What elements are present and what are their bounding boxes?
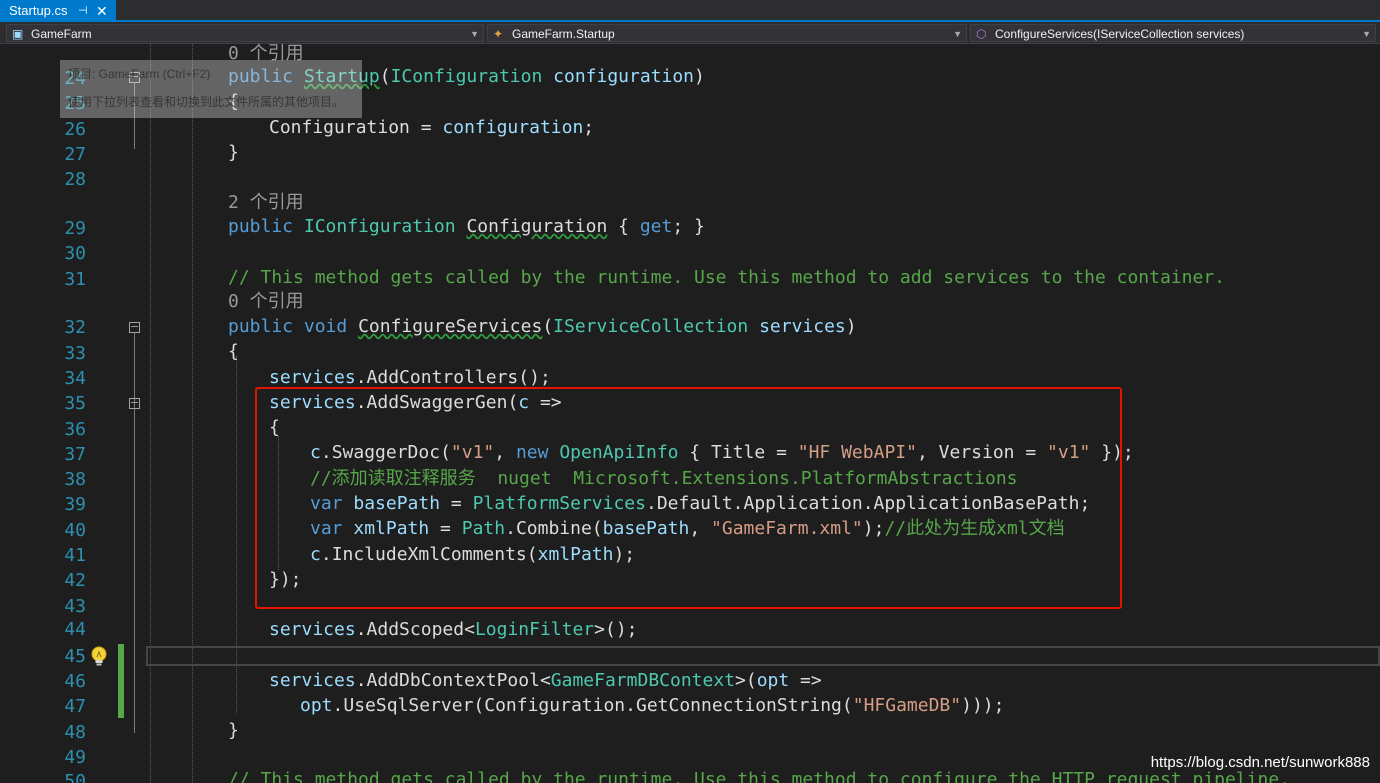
member-label: ConfigureServices(IServiceCollection ser… [995, 27, 1245, 41]
close-icon[interactable]: ✕ [96, 0, 108, 22]
class-dropdown[interactable]: ✦ GameFarm.Startup ▼ [487, 24, 967, 42]
code-line-44: services.AddScoped<LoginFilter>(); [269, 619, 638, 640]
codelens-references[interactable]: 0 个引用 [228, 292, 304, 312]
project-dropdown[interactable]: ▣ GameFarm ▼ [6, 24, 484, 42]
tab-title: Startup.cs [9, 3, 68, 18]
line-number: 33 [64, 343, 86, 364]
code-line-29: public IConfiguration Configuration { ge… [228, 216, 705, 237]
line-number: 41 [64, 545, 86, 566]
indent-guide [192, 44, 193, 783]
code-line-33: { [228, 341, 239, 362]
line-number: 34 [64, 368, 86, 389]
collapse-marker[interactable]: − [129, 397, 140, 409]
code-line-48: } [228, 720, 239, 741]
code-line-47: opt.UseSqlServer(Configuration.GetConnec… [300, 695, 1005, 716]
line-number: 47 [64, 696, 86, 717]
change-indicator [118, 644, 124, 718]
code-line-26: Configuration = configuration; [269, 117, 595, 138]
line-number: 31 [64, 269, 86, 290]
line-number: 36 [64, 419, 86, 440]
line-number: 42 [64, 570, 86, 591]
method-icon: ⬡ [976, 27, 987, 41]
tab-bar: Startup.cs ⊣ ✕ [0, 0, 1380, 22]
project-label: GameFarm [31, 27, 92, 41]
watermark: https://blog.csdn.net/sunwork888 [1150, 754, 1370, 771]
line-number: 46 [64, 671, 86, 692]
line-number: 26 [64, 119, 86, 140]
lightbulb-icon[interactable] [89, 646, 109, 668]
line-number: 43 [64, 596, 86, 617]
line-number: 38 [64, 469, 86, 490]
code-line-46: services.AddDbContextPool<GameFarmDBCont… [269, 670, 822, 691]
project-tooltip: 项目: GameFarm (Ctrl+F2) 使用下拉列表查看和切换到此文件所属… [60, 60, 362, 118]
line-number: 48 [64, 722, 86, 743]
collapse-marker[interactable]: − [129, 321, 140, 333]
line-number: 39 [64, 494, 86, 515]
line-number: 32 [64, 317, 86, 338]
code-line-27: } [228, 142, 239, 163]
code-line-34: services.AddControllers(); [269, 367, 551, 388]
tooltip-line-2: 使用下拉列表查看和切换到此文件所属的其他项目。 [68, 95, 345, 109]
line-number: 27 [64, 144, 86, 165]
code-editor[interactable]: − − − 24 25 26 27 28 29 30 31 32 33 34 3… [0, 44, 1380, 783]
tooltip-line-1: 项目: GameFarm (Ctrl+F2) [68, 67, 211, 81]
tab-startup-cs[interactable]: Startup.cs ⊣ ✕ [0, 0, 116, 22]
line-number: 35 [64, 393, 86, 414]
line-number: 28 [64, 169, 86, 190]
line-number: 50 [64, 771, 86, 783]
class-label: GameFarm.Startup [512, 27, 615, 41]
codelens-references[interactable]: 2 个引用 [228, 193, 304, 213]
fold-line [134, 333, 135, 733]
code-line-32: public void ConfigureServices(IServiceCo… [228, 316, 857, 337]
class-icon: ✦ [493, 27, 504, 41]
line-number: 29 [64, 218, 86, 239]
line-number: 45 [64, 646, 86, 667]
chevron-down-icon: ▼ [1362, 29, 1371, 39]
line-number: 37 [64, 444, 86, 465]
chevron-down-icon: ▼ [953, 29, 962, 39]
navigation-bar: ▣ GameFarm ▼ ✦ GameFarm.Startup ▼ ⬡ Conf… [0, 22, 1380, 44]
indent-guide [150, 44, 151, 783]
line-number: 40 [64, 520, 86, 541]
highlight-box [255, 387, 1122, 609]
code-line-50: // This method gets called by the runtim… [228, 769, 1291, 783]
line-number: 49 [64, 747, 86, 768]
current-line-highlight [146, 646, 1380, 666]
csharp-project-icon: ▣ [12, 27, 24, 41]
line-number: 44 [64, 619, 86, 640]
pin-icon[interactable]: ⊣ [78, 0, 88, 22]
code-line-31: // This method gets called by the runtim… [228, 267, 1225, 288]
line-number: 30 [64, 243, 86, 264]
chevron-down-icon: ▼ [470, 29, 479, 39]
member-dropdown[interactable]: ⬡ ConfigureServices(IServiceCollection s… [970, 24, 1376, 42]
